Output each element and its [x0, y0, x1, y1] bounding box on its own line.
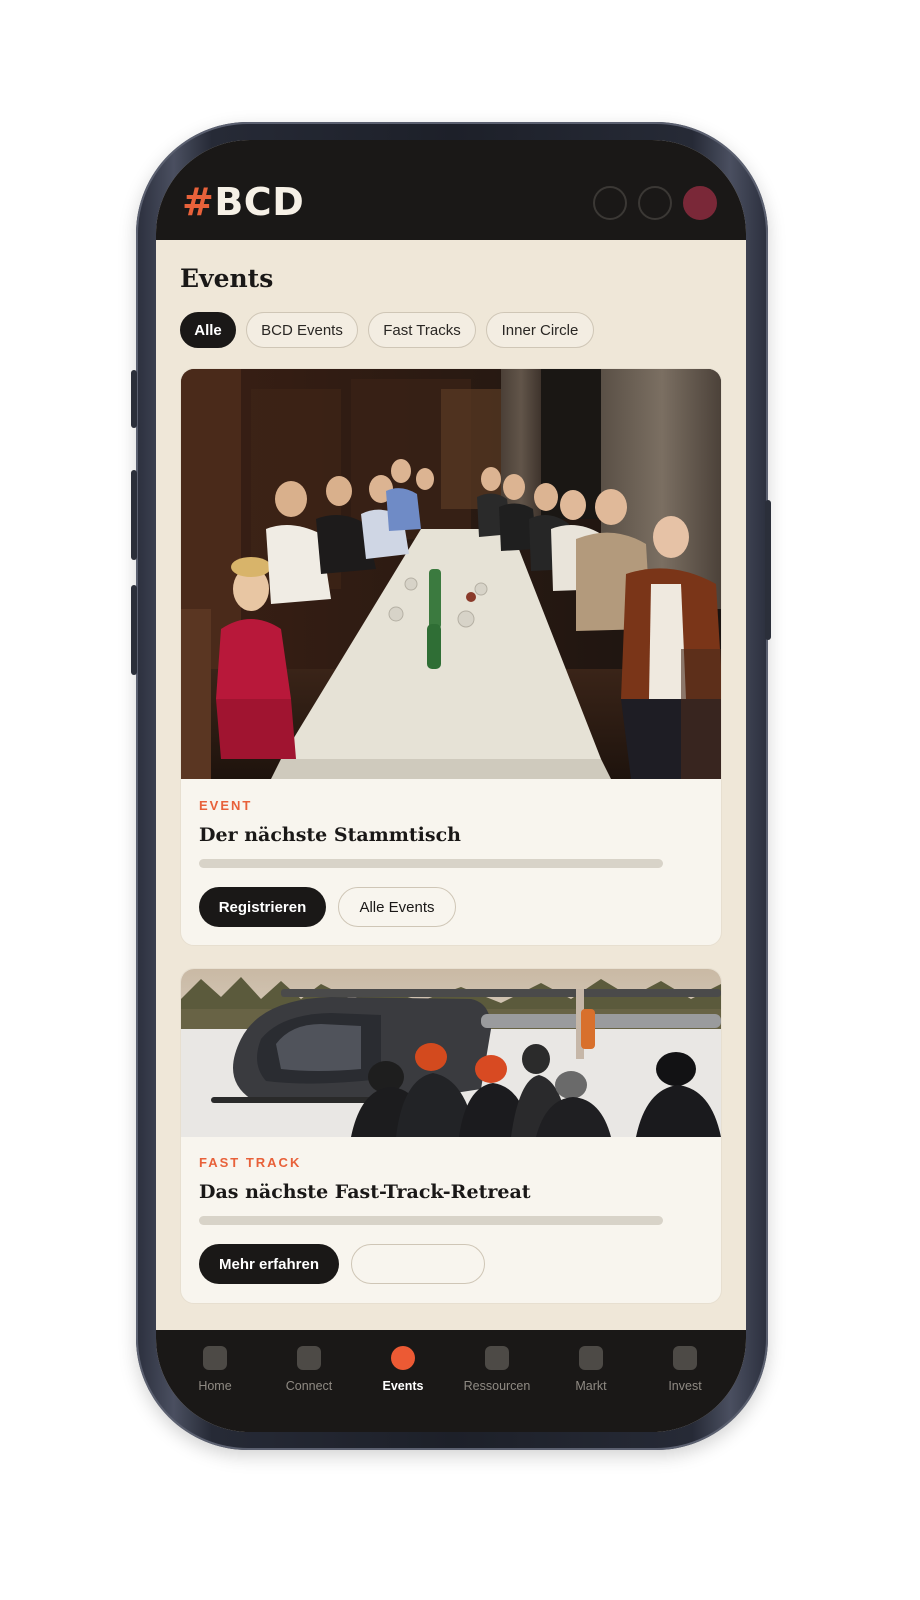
nav-item-connect[interactable]: Connect — [264, 1346, 354, 1393]
card-kicker: FAST TRACK — [199, 1155, 302, 1170]
app-header: #BCD — [156, 140, 746, 240]
invest-icon — [673, 1346, 697, 1370]
nav-item-invest[interactable]: Invest — [640, 1346, 730, 1393]
nav-label: Home — [198, 1379, 232, 1393]
nav-label: Markt — [575, 1379, 607, 1393]
event-card-fast-track[interactable]: FAST TRACK Das nächste Fast-Track-Retrea… — [180, 968, 722, 1304]
card-title: Der nächste Stammtisch — [199, 824, 461, 846]
header-action-2-button[interactable] — [638, 186, 672, 220]
market-icon — [579, 1346, 603, 1370]
power-button — [765, 500, 771, 640]
volume-down-button — [131, 585, 137, 675]
secondary-action-button[interactable] — [351, 1244, 485, 1284]
page-title: Events — [180, 264, 274, 293]
filter-chip-alle[interactable]: Alle — [180, 312, 236, 348]
card-placeholder-bar — [199, 859, 663, 868]
nav-label: Invest — [668, 1379, 702, 1393]
card-title: Das nächste Fast-Track-Retreat — [199, 1181, 531, 1203]
card-kicker: EVENT — [199, 798, 253, 813]
header-action-1-button[interactable] — [593, 186, 627, 220]
learn-more-button[interactable]: Mehr erfahren — [199, 1244, 339, 1284]
nav-item-markt[interactable]: Markt — [546, 1346, 636, 1393]
event-photo-helicopter — [181, 969, 721, 1137]
register-button[interactable]: Registrieren — [199, 887, 326, 927]
nav-label: Connect — [285, 1379, 333, 1393]
home-icon — [203, 1346, 227, 1370]
card-placeholder-bar — [199, 1216, 663, 1225]
connect-icon — [297, 1346, 321, 1370]
resources-icon — [485, 1346, 509, 1370]
filter-chip-bcd-events[interactable]: BCD Events — [246, 312, 358, 348]
events-icon — [391, 1346, 415, 1370]
nav-label: Ressourcen — [463, 1379, 531, 1393]
filter-chip-fast-tracks[interactable]: Fast Tracks — [368, 312, 476, 348]
all-events-button[interactable]: Alle Events — [338, 887, 456, 927]
profile-avatar[interactable] — [683, 186, 717, 220]
app-logo[interactable]: #BCD — [182, 180, 304, 224]
event-photo-dinner — [181, 369, 721, 779]
phone-screen: #BCD Events Alle BCD Events Fast Tracks … — [156, 140, 746, 1432]
volume-up-button — [131, 470, 137, 560]
nav-item-ressourcen[interactable]: Ressourcen — [452, 1346, 542, 1393]
bottom-navigation: Home Connect Events Ressourcen Markt Inv… — [156, 1330, 746, 1432]
filter-chip-inner-circle[interactable]: Inner Circle — [486, 312, 594, 348]
event-card-stammtisch[interactable]: EVENT Der nächste Stammtisch Registriere… — [180, 368, 722, 946]
nav-item-events[interactable]: Events — [358, 1346, 448, 1393]
nav-item-home[interactable]: Home — [170, 1346, 260, 1393]
mute-switch — [131, 370, 137, 428]
nav-label: Events — [382, 1379, 424, 1393]
